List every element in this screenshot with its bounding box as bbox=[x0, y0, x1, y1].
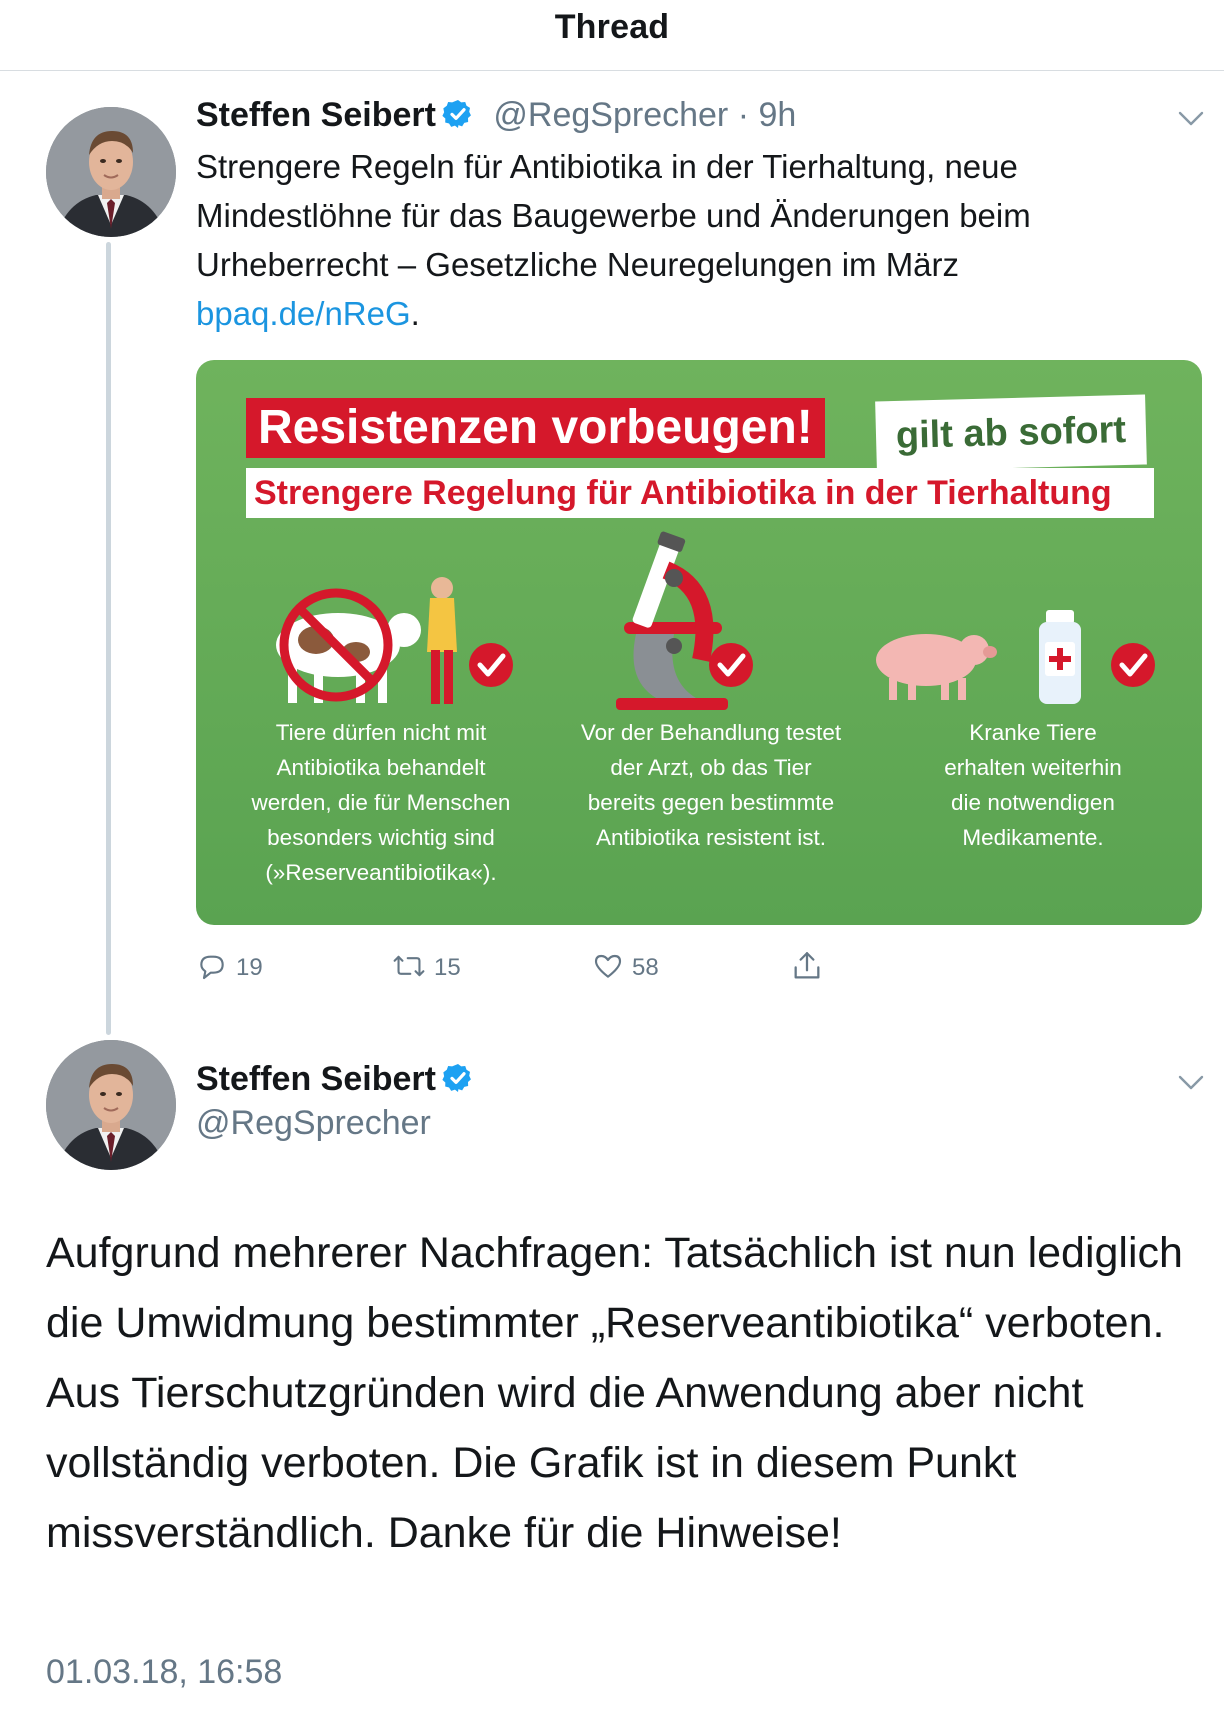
tweet-2-text: Aufgrund mehrerer Nachfragen: Tatsächlic… bbox=[46, 1229, 1183, 1557]
tweet-link[interactable]: bpaq.de/nReG bbox=[196, 295, 411, 332]
verified-badge-icon bbox=[442, 1062, 474, 1103]
tweet-text-end: . bbox=[410, 295, 420, 332]
tweet-text: Strengere Regeln für Antibiotika in der … bbox=[196, 148, 1031, 283]
thread-header: Thread bbox=[0, 0, 1224, 71]
retweet-count: 15 bbox=[434, 954, 461, 981]
author-name[interactable]: Steffen Seibert bbox=[196, 1060, 436, 1098]
like-button[interactable]: 58 bbox=[592, 948, 659, 988]
tweet-timestamp[interactable]: 01.03.18, 16:58 bbox=[46, 1653, 282, 1692]
avatar[interactable] bbox=[46, 107, 176, 237]
checkmark-icon bbox=[1111, 643, 1155, 687]
chevron-down-icon[interactable] bbox=[1178, 1074, 1204, 1097]
reply-button[interactable]: 19 bbox=[196, 948, 263, 988]
share-icon bbox=[790, 949, 824, 988]
retweet-icon bbox=[392, 950, 426, 987]
retweet-button[interactable]: 15 bbox=[392, 948, 461, 988]
header-title: Thread bbox=[554, 8, 670, 46]
like-icon bbox=[592, 950, 624, 987]
thread-connector-line bbox=[106, 242, 111, 1035]
graphic-column-text: Tiere dürfen nicht mit Antibiotika behan… bbox=[251, 720, 511, 885]
verified-badge-icon bbox=[442, 98, 474, 139]
author-name[interactable]: Steffen Seibert bbox=[196, 96, 436, 134]
person-icon bbox=[427, 577, 457, 704]
separator: · bbox=[728, 96, 759, 134]
author-handle[interactable]: @RegSprecher bbox=[493, 96, 728, 134]
microscope-icon bbox=[616, 531, 728, 710]
reply-count: 19 bbox=[236, 954, 263, 981]
avatar-portrait-image bbox=[46, 1040, 176, 1170]
share-button[interactable] bbox=[790, 948, 824, 988]
crossed-cow-icon bbox=[276, 588, 421, 703]
tweet-2-author-name-row: Steffen Seibert bbox=[196, 1060, 474, 1103]
checkmark-icon bbox=[709, 643, 753, 687]
tweet-age[interactable]: 9h bbox=[758, 96, 796, 134]
graphic-column-text: Kranke Tiere erhalten weiterhin die notw… bbox=[944, 720, 1122, 850]
reply-icon bbox=[196, 950, 228, 987]
tweet-actions: 19 15 58 bbox=[196, 948, 1196, 988]
pig-icon bbox=[876, 634, 997, 700]
checkmark-icon bbox=[469, 643, 513, 687]
avatar-portrait-image bbox=[46, 107, 176, 237]
tweet-1-author-row: Steffen Seibert @RegSprecher · 9h bbox=[196, 96, 796, 139]
tweet-media-graphic[interactable]: Resistenzen vorbeugen! gilt ab sofort St… bbox=[196, 360, 1202, 925]
chevron-down-icon[interactable] bbox=[1178, 110, 1204, 133]
medicine-bottle-icon bbox=[1039, 610, 1081, 704]
author-handle[interactable]: @RegSprecher bbox=[196, 1104, 431, 1142]
tweet-2-handle-row: @RegSprecher bbox=[196, 1104, 431, 1143]
graphic-column-text: Vor der Behandlung testet der Arzt, ob d… bbox=[580, 720, 842, 850]
like-count: 58 bbox=[632, 954, 659, 981]
tweet-1-text: Strengere Regeln für Antibiotika in der … bbox=[196, 142, 1186, 338]
avatar[interactable] bbox=[46, 1040, 176, 1170]
